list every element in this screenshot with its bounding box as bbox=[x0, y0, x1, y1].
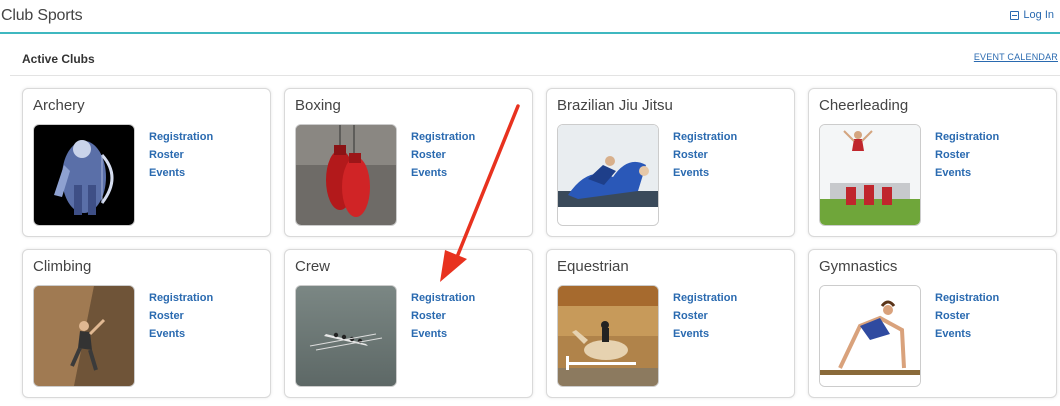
cheerleading-image[interactable] bbox=[819, 124, 921, 226]
club-name: Cheerleading bbox=[819, 97, 909, 114]
roster-link[interactable]: Roster bbox=[149, 146, 213, 164]
app-title: Club Sports bbox=[1, 7, 83, 24]
top-bar: Club Sports Log In bbox=[0, 0, 1060, 34]
roster-link[interactable]: Roster bbox=[673, 146, 737, 164]
club-card-brazilian-jiu-jitsu: Brazilian Jiu Jitsu Registration Roster … bbox=[546, 88, 795, 237]
club-card-climbing: Climbing Registration Roster Events bbox=[22, 249, 271, 398]
events-link[interactable]: Events bbox=[673, 164, 737, 182]
roster-link[interactable]: Roster bbox=[673, 307, 737, 325]
events-link[interactable]: Events bbox=[411, 164, 475, 182]
event-calendar-link[interactable]: EVENT CALENDAR bbox=[974, 52, 1058, 62]
club-name: Crew bbox=[295, 258, 331, 275]
rowing-boat-image[interactable] bbox=[295, 285, 397, 387]
login-label: Log In bbox=[1023, 9, 1054, 21]
boxing-gloves-image[interactable] bbox=[295, 124, 397, 226]
roster-link[interactable]: Roster bbox=[935, 146, 999, 164]
club-card-cheerleading: Cheerleading Registration Roster Events bbox=[808, 88, 1057, 237]
roster-link[interactable]: Roster bbox=[411, 307, 475, 325]
section-header: Active Clubs EVENT CALENDAR bbox=[10, 40, 1060, 76]
events-link[interactable]: Events bbox=[935, 164, 999, 182]
events-link[interactable]: Events bbox=[149, 164, 213, 182]
events-link[interactable]: Events bbox=[935, 325, 999, 343]
club-name: Brazilian Jiu Jitsu bbox=[557, 97, 673, 114]
events-link[interactable]: Events bbox=[673, 325, 737, 343]
club-card-archery: Archery Registration Roster Events bbox=[22, 88, 271, 237]
rock-climbing-image[interactable] bbox=[33, 285, 135, 387]
registration-link[interactable]: Registration bbox=[149, 289, 213, 307]
login-icon bbox=[1010, 10, 1020, 20]
club-card-crew: Crew Registration Roster Events bbox=[284, 249, 533, 398]
club-name: Climbing bbox=[33, 258, 92, 275]
registration-link[interactable]: Registration bbox=[411, 128, 475, 146]
club-name: Equestrian bbox=[557, 258, 629, 275]
jiu-jitsu-image[interactable] bbox=[557, 124, 659, 226]
club-card-boxing: Boxing Registration Roster Events bbox=[284, 88, 533, 237]
horse-jump-image[interactable] bbox=[557, 285, 659, 387]
roster-link[interactable]: Roster bbox=[411, 146, 475, 164]
login-link[interactable]: Log In bbox=[1010, 9, 1054, 21]
registration-link[interactable]: Registration bbox=[935, 128, 999, 146]
registration-link[interactable]: Registration bbox=[411, 289, 475, 307]
events-link[interactable]: Events bbox=[411, 325, 475, 343]
club-name: Gymnastics bbox=[819, 258, 898, 275]
club-name: Archery bbox=[33, 97, 85, 114]
section-title: Active Clubs bbox=[22, 52, 95, 66]
registration-link[interactable]: Registration bbox=[673, 128, 737, 146]
club-name: Boxing bbox=[295, 97, 341, 114]
registration-link[interactable]: Registration bbox=[149, 128, 213, 146]
events-link[interactable]: Events bbox=[149, 325, 213, 343]
roster-link[interactable]: Roster bbox=[149, 307, 213, 325]
club-card-gymnastics: Gymnastics Registration Roster Events bbox=[808, 249, 1057, 398]
club-card-equestrian: Equestrian Registration Roster Events bbox=[546, 249, 795, 398]
registration-link[interactable]: Registration bbox=[935, 289, 999, 307]
roster-link[interactable]: Roster bbox=[935, 307, 999, 325]
archer-robot-image[interactable] bbox=[33, 124, 135, 226]
gymnast-image[interactable] bbox=[819, 285, 921, 387]
registration-link[interactable]: Registration bbox=[673, 289, 737, 307]
